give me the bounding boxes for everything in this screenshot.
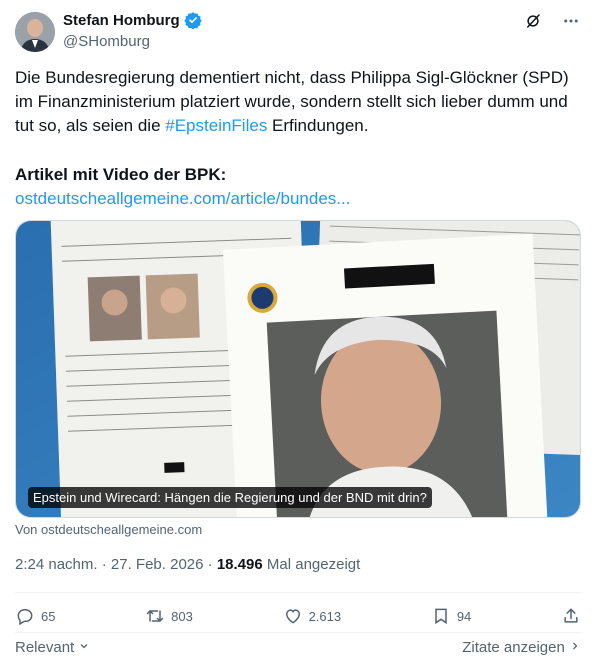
views-count: 18.496 — [216, 556, 263, 573]
share-button[interactable] — [561, 606, 581, 626]
tweet-time[interactable]: 2:24 nachm. — [15, 556, 98, 573]
meta-separator: · — [101, 556, 107, 573]
repost-button[interactable]: 803 — [145, 606, 193, 626]
views-label: Mal angezeigt — [266, 556, 361, 573]
view-quotes-link[interactable]: Zitate anzeigen — [462, 639, 581, 656]
heart-icon — [285, 609, 300, 624]
card-source[interactable]: Von ostdeutscheallgemeine.com — [15, 522, 202, 537]
bookmark-icon — [435, 608, 447, 625]
preview-image — [16, 221, 580, 517]
meta-separator: · — [207, 556, 213, 573]
chevron-down-icon — [80, 644, 88, 649]
verified-badge-icon — [183, 12, 202, 29]
reply-count: 65 — [41, 608, 56, 624]
quotes-label: Zitate anzeigen — [462, 639, 565, 656]
avatar[interactable] — [15, 12, 55, 52]
tweet-text-part2: Erfindungen. — [267, 116, 369, 135]
tweet-date[interactable]: 27. Feb. 2026 — [111, 556, 204, 573]
tweet-meta: 2:24 nachm. · 27. Feb. 2026 · 18.496 Mal… — [15, 556, 360, 573]
hashtag-link[interactable]: #EpsteinFiles — [165, 116, 267, 135]
repost-icon — [146, 610, 164, 622]
bookmark-button[interactable]: 94 — [431, 606, 471, 626]
link-preview-card[interactable]: Epstein und Wirecard: Hängen die Regieru… — [15, 220, 581, 518]
reply-button[interactable]: 65 — [15, 606, 55, 626]
reply-icon — [17, 609, 33, 626]
repost-count: 803 — [171, 608, 193, 624]
author-name[interactable]: Stefan Homburg — [63, 12, 180, 29]
grok-icon[interactable] — [523, 11, 543, 31]
card-caption: Epstein und Wirecard: Hängen die Regieru… — [28, 487, 432, 508]
share-icon — [564, 608, 578, 623]
divider — [15, 592, 581, 593]
sort-dropdown[interactable]: Relevant — [15, 639, 90, 656]
author-handle[interactable]: @SHomburg — [63, 33, 150, 50]
article-heading: Artikel mit Video der BPK: — [15, 165, 227, 184]
like-button[interactable]: 2.613 — [283, 606, 342, 626]
like-count: 2.613 — [308, 608, 342, 624]
divider — [15, 632, 581, 633]
author-name-row[interactable]: Stefan Homburg — [63, 11, 202, 29]
sort-label: Relevant — [15, 639, 75, 656]
tweet-text: Die Bundesregierung dementiert nicht, da… — [15, 66, 575, 138]
action-bar: 65 803 2.613 94 — [15, 606, 581, 626]
replies-footer: Relevant Zitate anzeigen — [15, 639, 581, 656]
article-link[interactable]: ostdeutscheallgemeine.com/article/bundes… — [15, 187, 350, 211]
bookmark-count: 94 — [456, 608, 472, 624]
chevron-right-icon — [573, 642, 578, 650]
more-options-icon[interactable] — [561, 11, 581, 31]
